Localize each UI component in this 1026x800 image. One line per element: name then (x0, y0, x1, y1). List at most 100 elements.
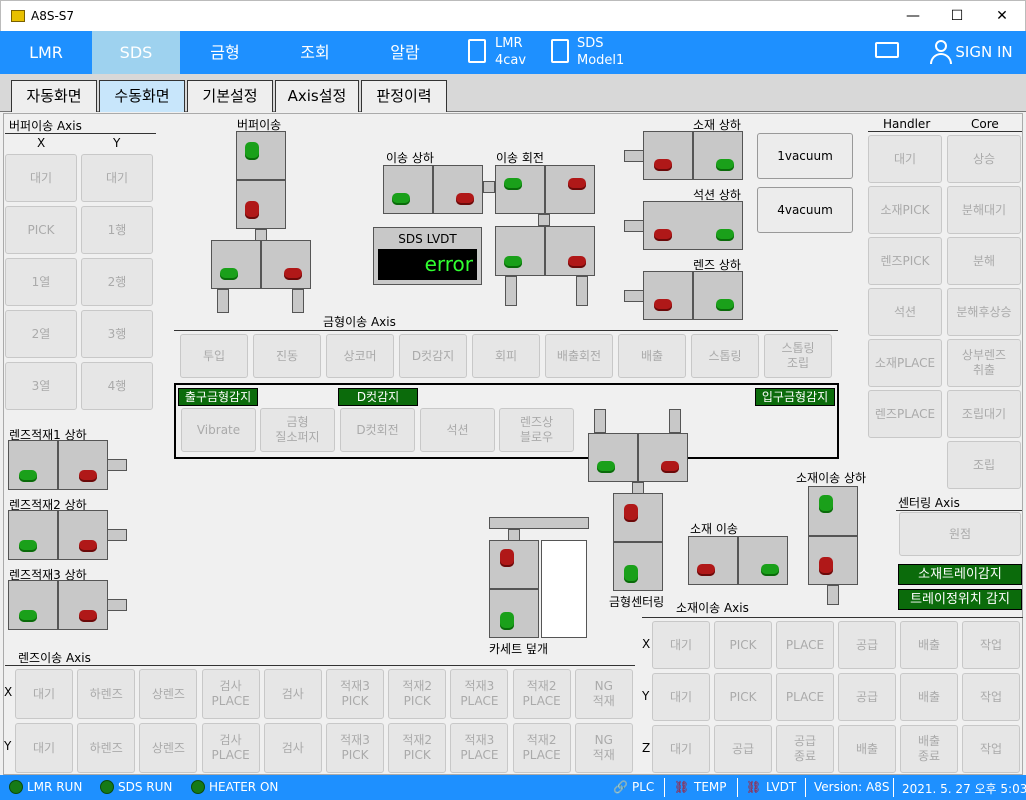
lens-axis-button[interactable]: 적재2 PICK (388, 723, 447, 773)
nav-query[interactable]: 조회 (270, 31, 360, 74)
nav-sds[interactable]: SDS (92, 31, 180, 74)
core-assemble-wait-button[interactable]: 조립대기 (947, 390, 1021, 438)
buffer-x-pick-button[interactable]: PICK (5, 206, 77, 254)
vacuum1-button[interactable]: 1vacuum (757, 133, 853, 179)
keyboard-icon[interactable] (875, 42, 899, 58)
buffer-x-wait-button[interactable]: 대기 (5, 154, 77, 202)
core-assemble-button[interactable]: 조립 (947, 441, 1021, 489)
title-bar: A8S-S7 — ☐ ✕ (0, 0, 1026, 31)
core-disassemble-button[interactable]: 분해 (947, 237, 1021, 285)
lens-axis-button[interactable]: 대기 (15, 669, 73, 719)
material-axis-button[interactable]: 대기 (652, 621, 710, 669)
sign-in-button[interactable]: SIGN IN (952, 31, 1016, 74)
sensor-led-off (79, 610, 97, 622)
lens-axis-button[interactable]: 하렌즈 (77, 669, 136, 719)
lens-axis-button[interactable]: 검사 PLACE (201, 669, 260, 719)
buffer-y-row2-button[interactable]: 2행 (81, 258, 153, 306)
material-axis-button[interactable]: PICK (714, 673, 772, 721)
cylinder-block (688, 536, 738, 585)
buffer-y-row4-button[interactable]: 4행 (81, 362, 153, 410)
lens-axis-button[interactable]: 대기 (15, 723, 73, 773)
lens-axis-button[interactable]: 적재3 PICK (326, 723, 384, 773)
minimize-button[interactable]: — (903, 7, 923, 25)
mold-eject-button[interactable]: 배출 (618, 334, 686, 378)
plc-link-icon: 🔗 (613, 780, 628, 794)
material-axis-button[interactable]: PICK (714, 621, 772, 669)
lens-axis-button[interactable]: 적재3 PLACE (450, 669, 509, 719)
lens-axis-button[interactable]: 적재2 PLACE (512, 723, 571, 773)
core-up-button[interactable]: 상승 (947, 135, 1021, 183)
buffer-y-row3-button[interactable]: 3행 (81, 310, 153, 358)
mold-nitrogen-purge-button[interactable]: 금형 질소퍼지 (260, 408, 335, 452)
buffer-x-col1-button[interactable]: 1열 (5, 258, 77, 306)
handler-material-place-button[interactable]: 소재PLACE (868, 339, 942, 387)
lens-axis-button[interactable]: 적재3 PICK (326, 669, 384, 719)
handler-header: Handler (883, 117, 931, 131)
material-axis-button[interactable]: 작업 (962, 725, 1020, 773)
tab-axis-settings[interactable]: Axis설정 (275, 80, 359, 112)
lens-axis-button[interactable]: 검사 (263, 669, 322, 719)
material-axis-button[interactable]: 대기 (652, 673, 710, 721)
mold-lens-upper-blow-button[interactable]: 렌즈상 블로우 (499, 408, 574, 452)
mold-dcut-rotate-button[interactable]: D컷회전 (340, 408, 415, 452)
lens-axis-button[interactable]: NG 적재 (574, 723, 633, 773)
material-axis-button[interactable]: 공급 (838, 673, 896, 721)
buffer-x-col3-button[interactable]: 3열 (5, 362, 77, 410)
lens-axis-button[interactable]: 적재2 PLACE (512, 669, 571, 719)
lens-axis-button[interactable]: 적재3 PLACE (450, 723, 509, 773)
lens-axis-button[interactable]: 검사 PLACE (201, 723, 260, 773)
material-axis-button[interactable]: 공급 (838, 621, 896, 669)
mold-avoid-button[interactable]: 회피 (472, 334, 540, 378)
lens-axis-button[interactable]: 상렌즈 (139, 723, 198, 773)
lens-axis-button[interactable]: 하렌즈 (77, 723, 136, 773)
buffer-y-row1-button[interactable]: 1행 (81, 206, 153, 254)
handler-material-pick-button[interactable]: 소재PICK (868, 186, 942, 234)
handler-lens-pick-button[interactable]: 렌즈PICK (868, 237, 942, 285)
lens-axis-button[interactable]: 검사 (263, 723, 322, 773)
material-axis-button[interactable]: 대기 (652, 725, 710, 773)
mold-stopring-button[interactable]: 스톱링 (691, 334, 759, 378)
lens-axis-button[interactable]: 상렌즈 (139, 669, 198, 719)
material-axis-button[interactable]: 배출 종료 (900, 725, 958, 773)
tab-manual[interactable]: 수동화면 (99, 80, 185, 112)
mold-stopring-assemble-button[interactable]: 스톱링 조립 (764, 334, 832, 378)
nav-lmr[interactable]: LMR (0, 31, 92, 74)
mold-eject-rotate-button[interactable]: 배출회전 (545, 334, 613, 378)
lens-axis-button[interactable]: 적재2 PICK (388, 669, 447, 719)
buffer-y-wait-button[interactable]: 대기 (81, 154, 153, 202)
material-axis-button[interactable]: 공급 (714, 725, 772, 773)
material-axis-button[interactable]: PLACE (776, 621, 834, 669)
material-axis-button[interactable]: 배출 (900, 621, 958, 669)
material-axis-button[interactable]: 배출 (838, 725, 896, 773)
handler-lens-place-button[interactable]: 렌즈PLACE (868, 390, 942, 438)
tab-auto[interactable]: 자동화면 (11, 80, 97, 112)
nav-alarm[interactable]: 알람 (360, 31, 450, 74)
material-axis-button[interactable]: 공급 종료 (776, 725, 834, 773)
maximize-button[interactable]: ☐ (947, 7, 967, 25)
sensor-led-on (716, 229, 734, 241)
material-axis-button[interactable]: PLACE (776, 673, 834, 721)
buffer-x-col2-button[interactable]: 2열 (5, 310, 77, 358)
handler-wait-button[interactable]: 대기 (868, 135, 942, 183)
core-after-disassemble-up-button[interactable]: 분해후상승 (947, 288, 1021, 336)
mold-dcut-detect-button[interactable]: D컷감지 (399, 334, 467, 378)
nav-mold[interactable]: 금형 (180, 31, 270, 74)
centering-origin-button[interactable]: 원점 (899, 512, 1021, 556)
tab-basic-settings[interactable]: 기본설정 (187, 80, 273, 112)
material-axis-button[interactable]: 작업 (962, 673, 1020, 721)
lens-axis-button[interactable]: NG 적재 (574, 669, 633, 719)
tab-judgement-history[interactable]: 판정이력 (361, 80, 447, 112)
lmr-cav-line1: LMR (495, 36, 523, 51)
mold-inner-vibrate-button[interactable]: Vibrate (181, 408, 256, 452)
core-disassemble-wait-button[interactable]: 분해대기 (947, 186, 1021, 234)
core-upper-lens-takeout-button[interactable]: 상부렌즈 취출 (947, 339, 1021, 387)
mold-vibrate-button[interactable]: 진동 (253, 334, 321, 378)
handler-suction-button[interactable]: 석션 (868, 288, 942, 336)
material-axis-button[interactable]: 작업 (962, 621, 1020, 669)
vacuum4-button[interactable]: 4vacuum (757, 187, 853, 233)
material-axis-button[interactable]: 배출 (900, 673, 958, 721)
mold-input-button[interactable]: 투입 (180, 334, 248, 378)
mold-upper-corner-button[interactable]: 상코머 (326, 334, 394, 378)
mold-suction-button[interactable]: 석션 (420, 408, 495, 452)
close-button[interactable]: ✕ (992, 7, 1012, 25)
